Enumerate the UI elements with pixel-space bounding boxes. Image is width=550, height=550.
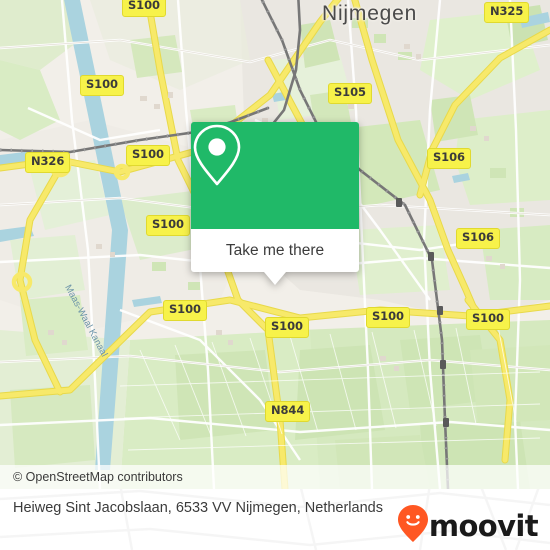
road-shield: N326 — [25, 152, 71, 173]
road-shield: S100 — [80, 75, 124, 96]
road-shield: N844 — [265, 401, 311, 422]
osm-attribution-bar: © OpenStreetMap contributors — [0, 465, 550, 489]
road-shield: S100 — [366, 307, 410, 328]
take-me-there-label: Take me there — [225, 241, 325, 259]
footer-bar: Heiweg Sint Jacobslaan, 6533 VV Nijmegen… — [0, 489, 550, 550]
moovit-wordmark: moovit — [428, 508, 539, 543]
road-shield: S106 — [427, 148, 471, 169]
callout-action-area[interactable]: Take me there — [191, 229, 359, 285]
road-shield: S100 — [466, 309, 510, 330]
address-text: Heiweg Sint Jacobslaan, 6533 VV Nijmegen… — [13, 500, 383, 516]
map-canvas[interactable]: S100 N325 S100 S105 N326 S100 S106 S100 … — [0, 0, 550, 489]
road-shield: N325 — [484, 2, 530, 23]
moovit-smiley-pin-icon — [397, 505, 428, 547]
osm-attribution-text[interactable]: © OpenStreetMap contributors — [0, 470, 183, 484]
road-shield: S100 — [265, 317, 309, 338]
map-page: S100 N325 S100 S105 N326 S100 S106 S100 … — [0, 0, 550, 550]
road-shield: S100 — [163, 300, 207, 321]
road-shield: S100 — [146, 215, 190, 236]
location-pin-icon — [193, 124, 241, 186]
road-shield: S105 — [328, 83, 372, 104]
road-shield: S106 — [456, 228, 500, 249]
moovit-logo[interactable]: moovit — [397, 505, 539, 547]
road-shield: S100 — [126, 145, 170, 166]
callout-icon-area — [191, 122, 359, 229]
road-shield: S100 — [122, 0, 166, 17]
city-label-nijmegen: Nijmegen — [322, 2, 418, 25]
location-callout-card[interactable]: Take me there — [191, 122, 359, 285]
callout-tail — [264, 272, 286, 285]
